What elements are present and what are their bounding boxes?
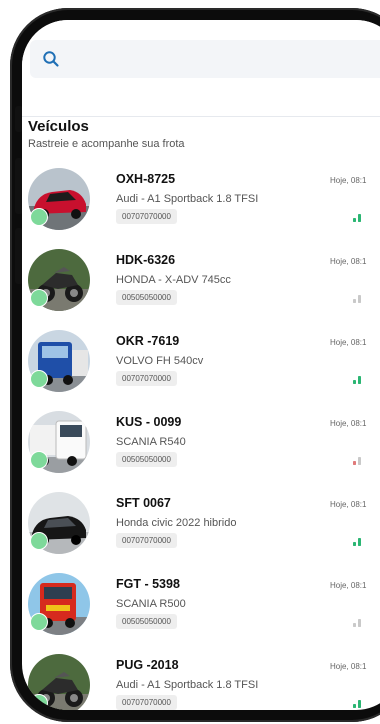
vehicle-plate: PUG -2018 xyxy=(116,658,179,672)
last-update-time: Hoje, 08:1 xyxy=(330,500,367,509)
vehicle-plate: HDK-6326 xyxy=(116,253,176,267)
signal-strength-icon xyxy=(353,538,361,546)
online-status-dot xyxy=(30,532,48,550)
online-status-dot xyxy=(30,613,48,631)
last-update-time: Hoje, 08:1 xyxy=(330,581,367,590)
signal-strength-icon xyxy=(353,457,361,465)
vehicle-model: SCANIA R500 xyxy=(116,598,186,610)
app-screen: Veículos Rastreie e acompanhe sua frota … xyxy=(22,20,380,710)
vehicle-row[interactable]: OXH-8725 Audi - A1 Sportback 1.8 TFSI 0070… xyxy=(22,168,380,249)
vehicle-row[interactable]: OKR -7619 VOLVO FH 540cv 00707070000 Hoje, … xyxy=(22,330,380,411)
device-id-badge: 00707070000 xyxy=(116,695,177,710)
device-id-badge: 00707070000 xyxy=(116,533,177,548)
signal-strength-icon xyxy=(353,700,361,708)
vehicle-row[interactable]: HDK-6326 HONDA - X-ADV 745cc 00505050000 Ho… xyxy=(22,249,380,330)
device-id-badge: 00707070000 xyxy=(116,371,177,386)
signal-strength-icon xyxy=(353,376,361,384)
online-status-dot xyxy=(30,694,48,710)
vehicle-row[interactable]: KUS - 0099 SCANIA R540 00505050000 Hoje, 08… xyxy=(22,411,380,492)
signal-strength-icon xyxy=(353,295,361,303)
online-status-dot xyxy=(30,289,48,307)
vehicle-model: HONDA - X-ADV 745cc xyxy=(116,274,231,286)
vehicle-model: Audi - A1 Sportback 1.8 TFSI xyxy=(116,679,259,691)
vehicle-row[interactable]: PUG -2018 Audi - A1 Sportback 1.8 TFSI 007… xyxy=(22,654,380,710)
online-status-dot xyxy=(30,208,48,226)
scene: Veículos Rastreie e acompanhe sua frota … xyxy=(0,0,380,724)
search-input[interactable] xyxy=(30,40,380,78)
vehicle-model: Honda civic 2022 hibrido xyxy=(116,517,237,529)
vehicle-model: VOLVO FH 540cv xyxy=(116,355,204,367)
device-id-badge: 00505050000 xyxy=(116,452,177,467)
vehicle-row[interactable]: FGT - 5398 SCANIA R500 00505050000 Hoje, 08… xyxy=(22,573,380,654)
vehicle-row[interactable]: SFT 0067 Honda civic 2022 hibrido 00707070… xyxy=(22,492,380,573)
last-update-time: Hoje, 08:1 xyxy=(330,662,367,671)
vehicle-plate: OKR -7619 xyxy=(116,334,180,348)
signal-strength-icon xyxy=(353,214,361,222)
device-id-badge: 00505050000 xyxy=(116,614,177,629)
vehicle-list: OXH-8725 Audi - A1 Sportback 1.8 TFSI 0070… xyxy=(22,168,380,710)
vehicle-model: Audi - A1 Sportback 1.8 TFSI xyxy=(116,193,259,205)
vehicle-model: SCANIA R540 xyxy=(116,436,186,448)
last-update-time: Hoje, 08:1 xyxy=(330,257,367,266)
last-update-time: Hoje, 08:1 xyxy=(330,176,367,185)
page-subtitle: Rastreie e acompanhe sua frota xyxy=(28,138,185,150)
search-icon[interactable] xyxy=(42,50,60,68)
vehicle-plate: FGT - 5398 xyxy=(116,577,180,591)
last-update-time: Hoje, 08:1 xyxy=(330,338,367,347)
device-id-badge: 00707070000 xyxy=(116,209,177,224)
page-title: Veículos xyxy=(28,118,89,135)
vehicle-plate: SFT 0067 xyxy=(116,496,171,510)
signal-strength-icon xyxy=(353,619,361,627)
search-area xyxy=(22,20,380,117)
device-id-badge: 00505050000 xyxy=(116,290,177,305)
online-status-dot xyxy=(30,451,48,469)
last-update-time: Hoje, 08:1 xyxy=(330,419,367,428)
vehicle-plate: OXH-8725 xyxy=(116,172,176,186)
page-header: Veículos Rastreie e acompanhe sua frota xyxy=(28,118,185,151)
online-status-dot xyxy=(30,370,48,388)
vehicle-plate: KUS - 0099 xyxy=(116,415,182,429)
